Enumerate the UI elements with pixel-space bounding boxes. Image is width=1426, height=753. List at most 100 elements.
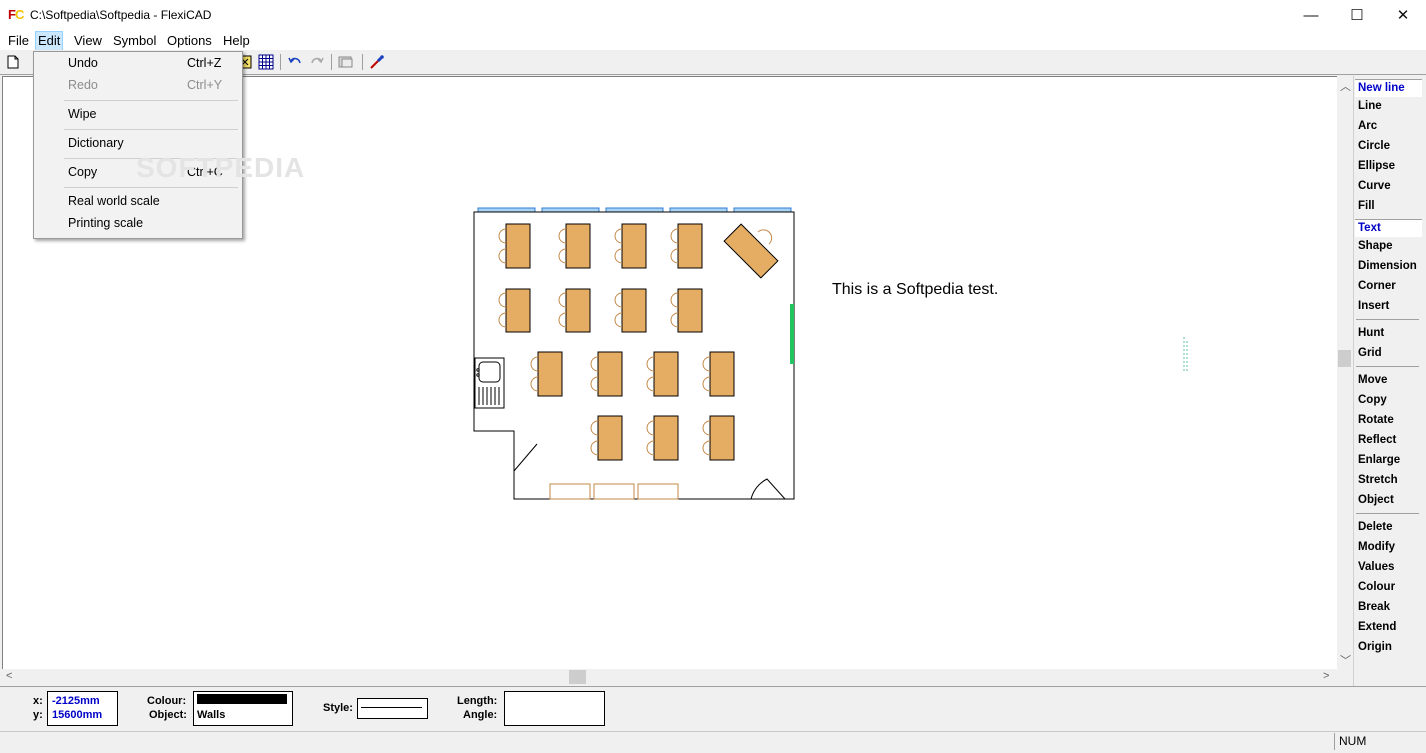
tool-origin[interactable]: Origin [1358, 639, 1392, 656]
tool-line[interactable]: Line [1358, 98, 1382, 115]
close-icon: ✕ [1396, 7, 1410, 24]
pick-colour-toolbar-button[interactable] [368, 53, 386, 71]
tool-copy[interactable]: Copy [1358, 392, 1387, 409]
length-angle-box [504, 691, 605, 726]
menu-item-redo[interactable]: Redo [68, 78, 98, 92]
vertical-scrollbar[interactable]: ︿ ﹀ [1337, 76, 1352, 669]
tool-insert[interactable]: Insert [1358, 298, 1389, 315]
menu-separator [64, 100, 238, 101]
flexicad-app-icon: FC [8, 7, 24, 22]
undo-toolbar-button[interactable] [286, 53, 304, 71]
line-style-sample [361, 707, 422, 708]
object-value: Walls [197, 709, 226, 721]
tool-stretch[interactable]: Stretch [1358, 472, 1398, 489]
menu-options[interactable]: Options [165, 32, 214, 50]
menu-view[interactable]: View [72, 32, 104, 50]
colour-swatch[interactable] [197, 694, 287, 704]
tool-hunt[interactable]: Hunt [1358, 325, 1384, 342]
window-title: C:\Softpedia\Softpedia - FlexiCAD [30, 8, 212, 22]
copy-view-toolbar-button[interactable] [337, 53, 355, 71]
y-coordinate-label: y: [33, 709, 43, 721]
tool-enlarge[interactable]: Enlarge [1358, 452, 1400, 469]
redo-toolbar-button[interactable] [308, 53, 326, 71]
menu-bar [0, 30, 1426, 50]
tool-corner[interactable]: Corner [1358, 278, 1396, 295]
bottom-benches [549, 483, 679, 500]
softpedia-watermark: SOFTPEDIA [136, 152, 306, 183]
tool-extend[interactable]: Extend [1358, 619, 1396, 636]
tool-arc[interactable]: Arc [1358, 118, 1377, 135]
tool-divider [1356, 366, 1419, 367]
scroll-down-icon[interactable]: ﹀ [1340, 652, 1351, 668]
undo-icon [288, 57, 301, 64]
dashed-marker [1183, 337, 1188, 373]
horizontal-scrollbar[interactable]: < > [2, 669, 1337, 685]
toolbar-separator [362, 54, 363, 70]
copy-view-icon [338, 56, 353, 68]
eyedropper-icon [370, 55, 384, 69]
tool-modify[interactable]: Modify [1358, 539, 1395, 556]
tool-values[interactable]: Values [1358, 559, 1394, 576]
tool-reflect[interactable]: Reflect [1358, 432, 1396, 449]
menu-separator [64, 129, 238, 130]
tool-break[interactable]: Break [1358, 599, 1390, 616]
tool-grid[interactable]: Grid [1358, 345, 1382, 362]
toolbar-separator [331, 54, 332, 70]
door-swing-right [750, 478, 786, 500]
drawing-text-label[interactable]: This is a Softpedia test. [832, 281, 998, 299]
menu-item-undo[interactable]: Undo [68, 56, 98, 70]
style-label: Style: [323, 702, 353, 714]
wall-windows [477, 207, 792, 213]
scroll-up-icon[interactable]: ︿ [1340, 78, 1351, 94]
menu-symbol[interactable]: Symbol [111, 32, 158, 50]
menu-item-wipe[interactable]: Wipe [68, 107, 96, 121]
title-bar [0, 0, 1426, 30]
tool-colour[interactable]: Colour [1358, 579, 1395, 596]
menu-help[interactable]: Help [221, 32, 252, 50]
redo-icon [311, 57, 324, 64]
object-label: Object: [149, 709, 187, 721]
menu-item-dictionary[interactable]: Dictionary [68, 136, 124, 150]
line-style-box[interactable] [357, 698, 428, 719]
tool-delete[interactable]: Delete [1358, 519, 1393, 536]
tool-circle[interactable]: Circle [1358, 138, 1390, 155]
menu-shortcut-undo: Ctrl+Z [187, 56, 222, 70]
tool-curve[interactable]: Curve [1358, 178, 1391, 195]
length-label: Length: [457, 695, 498, 707]
x-coordinate-value: -2125mm [52, 695, 100, 707]
tool-divider [1356, 319, 1419, 320]
tool-new-line[interactable]: New line [1355, 79, 1422, 97]
new-file-button[interactable] [4, 53, 22, 71]
y-coordinate-value: 15600mm [52, 709, 103, 721]
horizontal-scroll-thumb[interactable] [569, 670, 586, 684]
tool-object[interactable]: Object [1358, 492, 1394, 509]
maximize-button[interactable]: ☐ [1334, 0, 1380, 30]
tool-rotate[interactable]: Rotate [1358, 412, 1394, 429]
menu-shortcut-redo: Ctrl+Y [187, 78, 223, 92]
toolbar-separator [280, 54, 281, 70]
scroll-right-icon[interactable]: > [1323, 670, 1329, 682]
colour-label: Colour: [147, 695, 187, 707]
tool-dimension[interactable]: Dimension [1358, 258, 1417, 275]
menu-file[interactable]: File [6, 32, 31, 50]
tool-fill[interactable]: Fill [1358, 198, 1375, 215]
menu-item-real-world-scale[interactable]: Real world scale [68, 194, 160, 208]
menu-item-copy[interactable]: Copy [68, 165, 97, 179]
maximize-icon: ☐ [1350, 7, 1364, 24]
desks [505, 223, 779, 461]
vertical-scroll-thumb[interactable] [1338, 350, 1351, 367]
tool-text[interactable]: Text [1355, 219, 1422, 237]
tool-move[interactable]: Move [1358, 372, 1387, 389]
tool-divider [1356, 513, 1419, 514]
new-file-icon [7, 55, 19, 69]
menu-edit[interactable]: Edit [35, 31, 64, 51]
tool-shape[interactable]: Shape [1358, 238, 1393, 255]
minimize-icon: — [1303, 6, 1319, 24]
minimize-button[interactable]: — [1288, 0, 1334, 30]
close-button[interactable]: ✕ [1380, 0, 1426, 30]
x-coordinate-label: x: [33, 695, 43, 707]
menu-item-printing-scale[interactable]: Printing scale [68, 216, 143, 230]
tool-ellipse[interactable]: Ellipse [1358, 158, 1395, 175]
scroll-left-icon[interactable]: < [6, 670, 12, 682]
grid-toolbar-button[interactable] [257, 53, 275, 71]
